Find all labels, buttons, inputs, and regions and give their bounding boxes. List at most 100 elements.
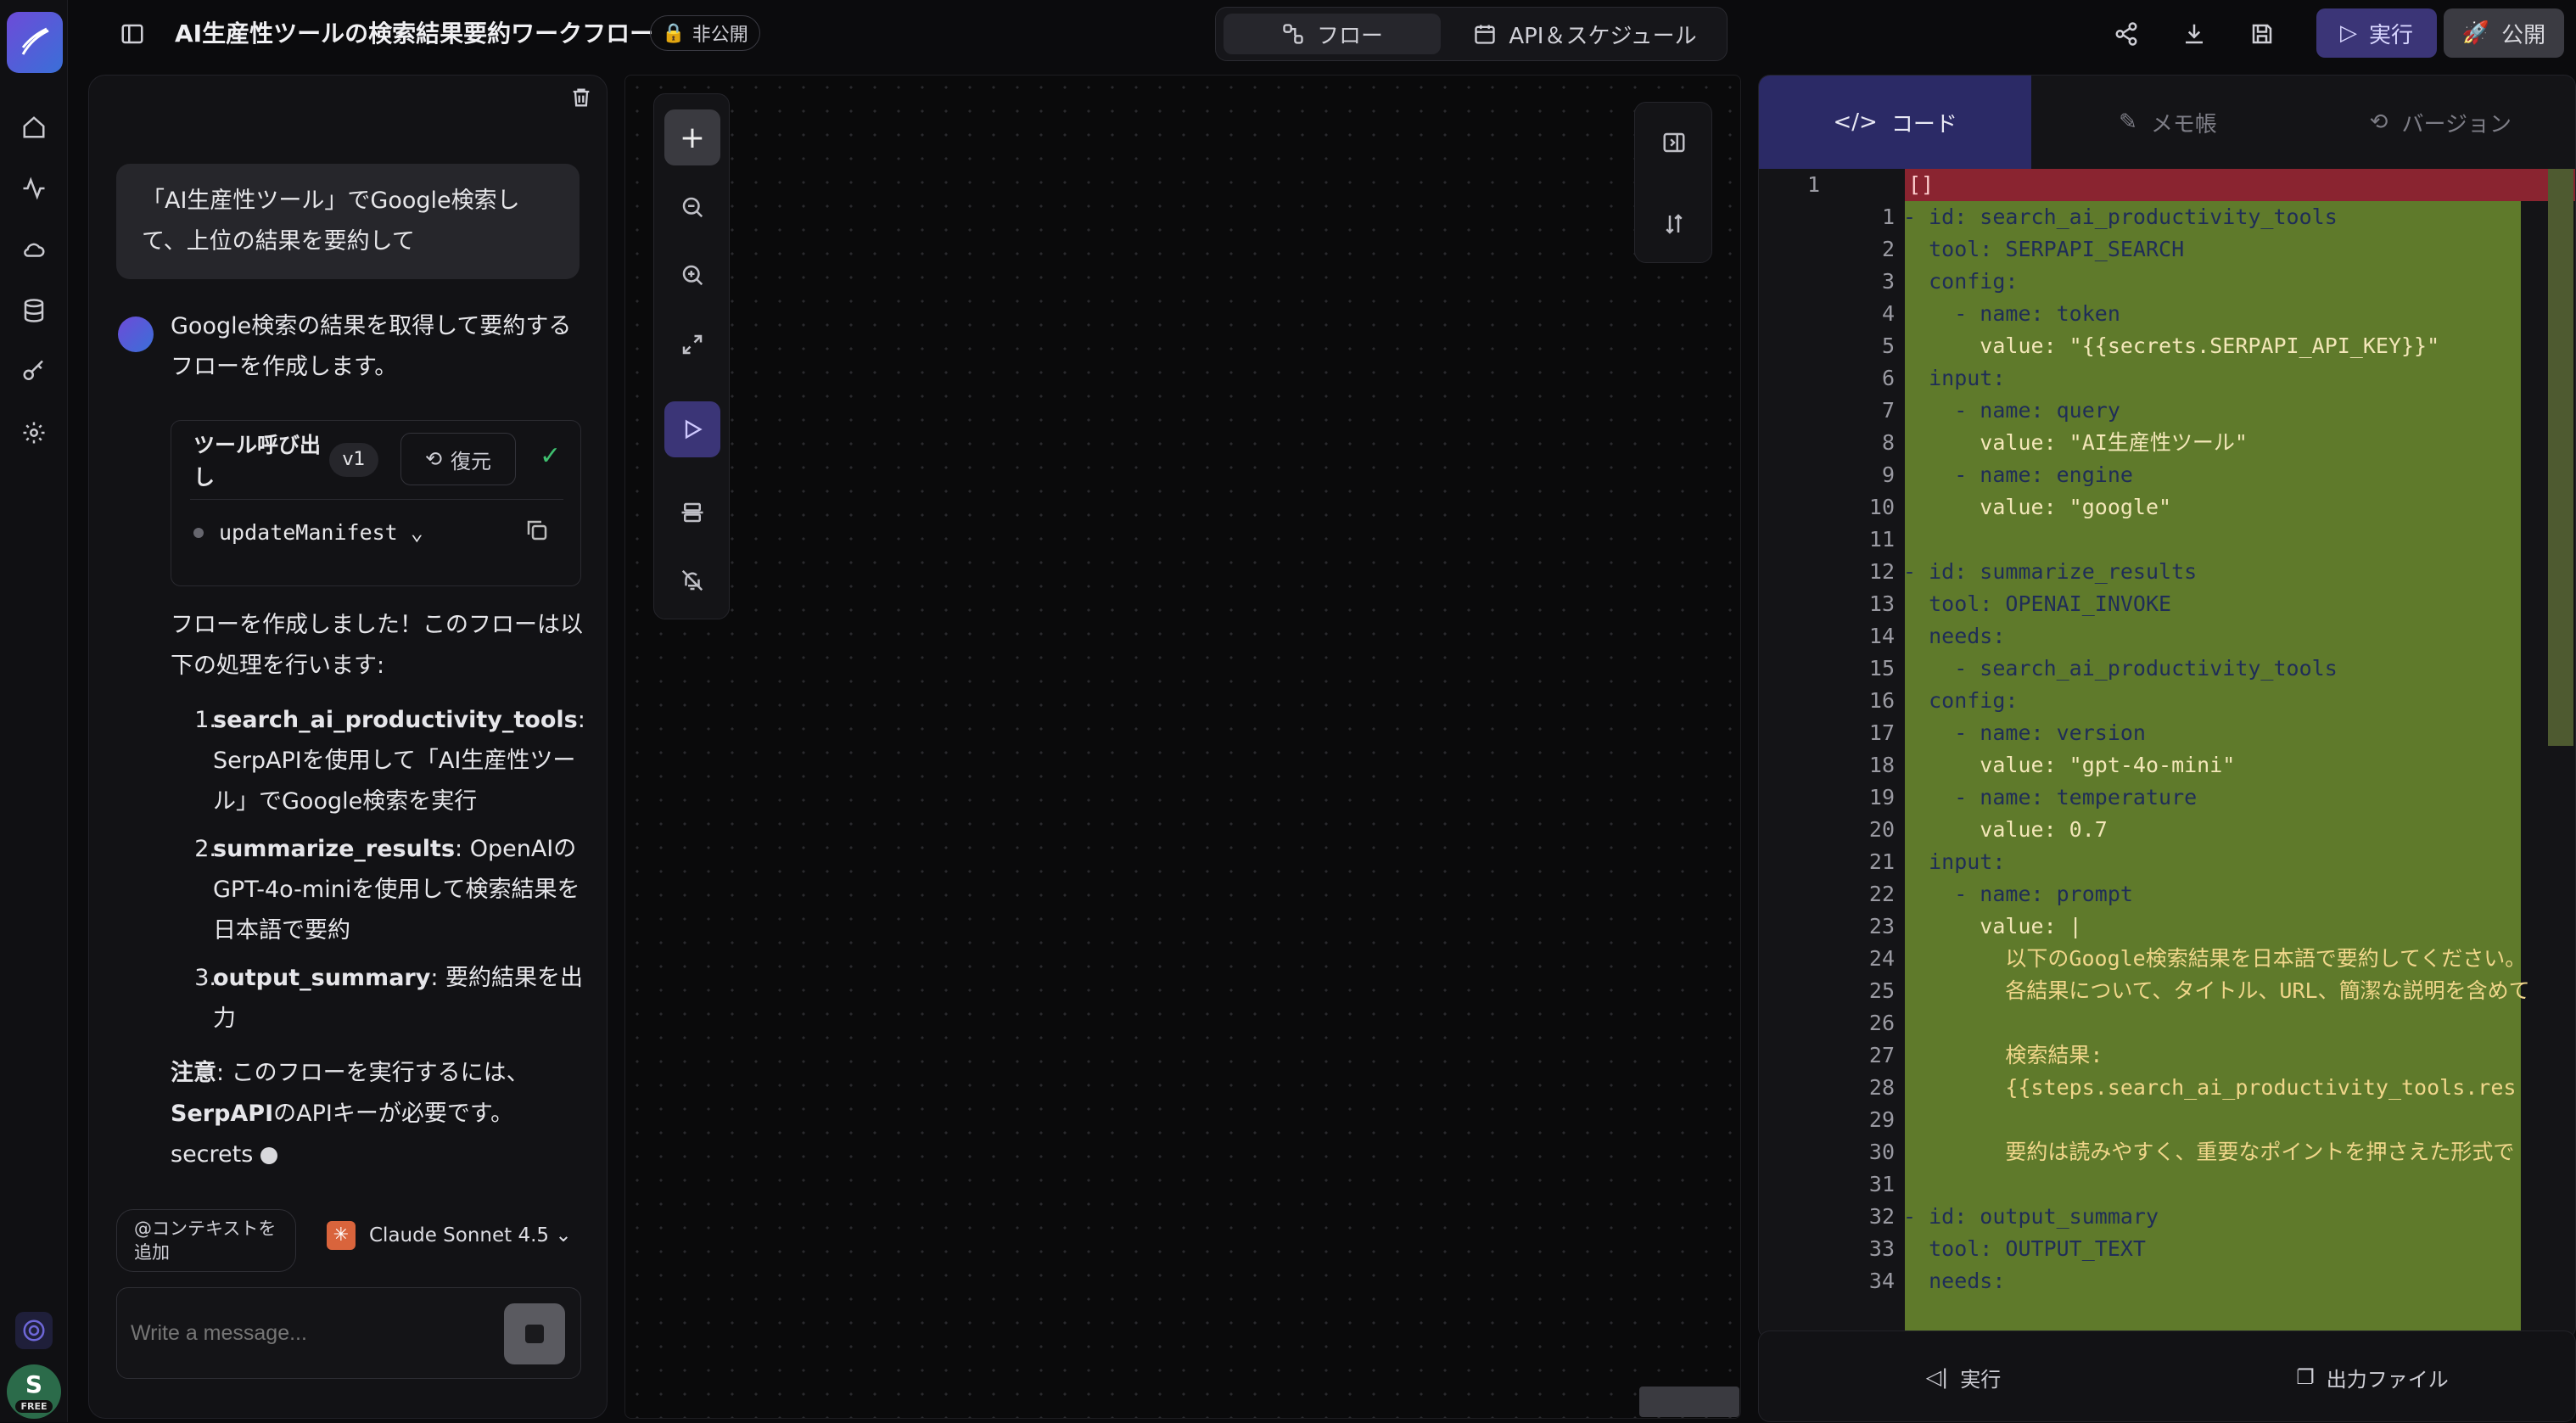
line-number: 29 (1868, 1107, 1895, 1132)
chevron-down-icon: ⌄ (555, 1224, 572, 1247)
add-context-button[interactable]: @コンテキストを追加 (116, 1209, 296, 1272)
note-label: 注意 (171, 1060, 216, 1086)
tool-call-title: ツール呼び出し (193, 433, 322, 490)
function-name[interactable]: updateManifest ⌄ (219, 513, 423, 553)
line-number: 5 (1881, 333, 1895, 358)
step-name: search_ai_productivity_tools (213, 707, 578, 733)
editor-tabs: </> コード ✎ メモ帳 ⟲ バージョン (1759, 76, 2575, 169)
publish-button[interactable]: 🚀 公開 (2444, 8, 2564, 58)
bottom-run-button[interactable]: ◁| 実行 (1759, 1331, 2168, 1423)
play-icon: ▷ (2339, 20, 2357, 46)
activity-icon[interactable] (15, 170, 53, 207)
code-line: - search_ai_productivity_tools (1903, 656, 2338, 681)
stop-button[interactable] (504, 1303, 565, 1364)
line-number: 10 (1868, 495, 1895, 519)
line-number: 20 (1868, 817, 1895, 842)
user-message: 「AI生産性ツール」でGoogle検索して、上位の結果を要約して (116, 164, 580, 279)
diff-removed-line (1905, 169, 2575, 201)
line-number: 34 (1868, 1269, 1895, 1293)
visibility-badge[interactable]: 🔒 非公開 (650, 15, 760, 51)
scrollbar[interactable] (2548, 169, 2573, 746)
share-icon[interactable] (2108, 17, 2145, 51)
code-line: - id: output_summary (1903, 1204, 2159, 1229)
code-line: - name: query (1903, 398, 2120, 423)
step-item: search_ai_productivity_tools: SerpAPIを使用… (213, 700, 593, 822)
run-flow-icon[interactable] (664, 401, 720, 457)
step-number: 3. (194, 965, 216, 991)
copy-icon[interactable] (524, 518, 555, 548)
editor-bottom-bar: ◁| 実行 ❐ 出力ファイル (1758, 1331, 2576, 1422)
line-number: 11 (1868, 527, 1895, 552)
restore-button[interactable]: ⟲ 復元 (400, 433, 516, 485)
fit-view-icon[interactable] (664, 317, 720, 373)
settings-icon[interactable] (15, 414, 53, 451)
output-files-button[interactable]: ❐ 出力ファイル (2168, 1331, 2576, 1423)
line-number: 25 (1868, 978, 1895, 1003)
database-icon[interactable] (15, 292, 53, 329)
code-line: [] (1908, 172, 1935, 197)
sidebar-toggle-icon[interactable] (114, 17, 151, 51)
home-icon[interactable] (15, 109, 53, 146)
cloud-icon[interactable] (15, 231, 53, 268)
sort-icon[interactable] (1646, 196, 1702, 252)
line-number: 12 (1868, 559, 1895, 584)
line-number: 1 (1881, 204, 1895, 229)
app-logo[interactable] (7, 12, 63, 73)
canvas-right-toolbar (1634, 102, 1712, 263)
code-line: {{steps.search_ai_productivity_tools.res (1903, 1075, 2517, 1100)
model-selector[interactable]: Claude Sonnet 4.5 ⌄ (369, 1218, 572, 1253)
align-icon[interactable] (664, 485, 720, 541)
flow-canvas[interactable] (624, 75, 1741, 1419)
line-number: 23 (1868, 914, 1895, 938)
notifications-off-icon[interactable] (664, 552, 720, 608)
trash-icon[interactable] (564, 81, 598, 115)
tab-memo[interactable]: ✎ メモ帳 (2031, 76, 2304, 169)
message-input[interactable] (131, 1314, 487, 1353)
help-icon[interactable] (15, 1312, 53, 1349)
key-icon[interactable] (15, 353, 53, 390)
step-number: 2. (194, 836, 216, 862)
code-line: value: "google" (1903, 495, 2172, 519)
code-line: 要約は読みやすく、重要なポイントを押さえた形式で (1903, 1140, 2515, 1164)
step-number: 1. (194, 707, 216, 733)
add-node-icon[interactable]: + (664, 109, 720, 165)
run-button[interactable]: ▷ 実行 (2316, 8, 2437, 58)
top-bar: AI生産性ツールの検索結果要約ワークフロー 🔒 非公開 フロー API＆スケジュー… (68, 0, 2576, 68)
code-editor[interactable]: 1 [] 1 - id: search_ai_productivity_tools… (1759, 169, 2575, 1338)
line-number: 16 (1868, 688, 1895, 713)
code-icon: </> (1833, 109, 1878, 135)
avatar[interactable]: S FREE (7, 1364, 61, 1419)
flow-icon (1283, 24, 1303, 44)
code-line: - id: search_ai_productivity_tools (1903, 204, 2338, 229)
step-name: output_summary (213, 965, 431, 991)
code-line: 各結果について、タイトル、URL、簡潔な説明を含めて (1903, 978, 2530, 1003)
check-icon: ✓ (540, 441, 562, 471)
tab-version[interactable]: ⟲ バージョン (2304, 76, 2575, 169)
note-text-1: : このフローを実行するには、 (216, 1060, 529, 1086)
line-number: 30 (1868, 1140, 1895, 1164)
code-line: - name: prompt (1903, 882, 2133, 906)
assistant-avatar-icon (118, 317, 154, 352)
panel-collapse-icon[interactable] (1646, 115, 1702, 171)
save-icon[interactable] (2243, 17, 2281, 51)
line-number: 6 (1881, 366, 1895, 390)
tab-api-schedule[interactable]: API＆スケジュール (1451, 14, 1719, 54)
line-number: 1 (1806, 172, 1820, 197)
download-icon[interactable] (2176, 17, 2213, 51)
line-number: 3 (1881, 269, 1895, 294)
step-item: output_summary: 要約結果を出力 (213, 958, 586, 1039)
zoom-in-icon[interactable] (664, 247, 720, 303)
line-number: 13 (1868, 591, 1895, 616)
code-line: - name: version (1903, 720, 2146, 745)
tab-code[interactable]: </> コード (1759, 76, 2032, 169)
minimap[interactable] (1639, 1387, 1739, 1417)
code-line: 以下のGoogle検索結果を日本語で要約してください。 (1903, 946, 2527, 971)
code-line: value: "gpt-4o-mini" (1903, 753, 2236, 777)
note-serpapi: SerpAPI (171, 1101, 274, 1127)
code-line: 検索結果: (1903, 1043, 2103, 1067)
assistant-intro: Google検索の結果を取得して要約するフローを作成します。 (171, 313, 572, 380)
history-icon: ⟲ (424, 447, 443, 471)
code-line: input: (1903, 849, 2006, 874)
zoom-out-icon[interactable] (664, 179, 720, 235)
tab-flow[interactable]: フロー (1224, 14, 1441, 54)
